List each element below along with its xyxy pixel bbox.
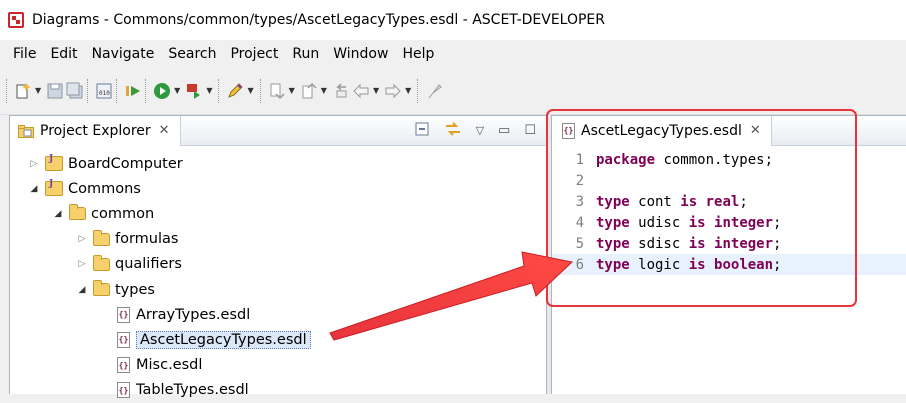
- link-with-editor-icon[interactable]: [444, 121, 462, 141]
- collapse-arrow-icon[interactable]: ◢: [51, 209, 65, 219]
- tab-project-explorer[interactable]: Project Explorer ✕: [10, 115, 181, 146]
- last-edit-icon[interactable]: [332, 80, 350, 102]
- new-icon[interactable]: [14, 80, 32, 102]
- menu-search[interactable]: Search: [161, 46, 223, 62]
- save-all-icon[interactable]: [66, 80, 84, 102]
- menu-project[interactable]: Project: [223, 46, 285, 62]
- next-annotation-dropdown-caret[interactable]: ▼: [289, 86, 295, 95]
- toolbar-separator: [145, 78, 148, 103]
- external-tool-dropdown-caret[interactable]: ▼: [206, 86, 212, 95]
- folder-icon: [93, 229, 110, 246]
- back-icon[interactable]: [352, 80, 370, 102]
- pen-dropdown-caret[interactable]: ▼: [247, 86, 253, 95]
- tree-item-label: formulas: [115, 231, 179, 248]
- tree-item-arraytypes-esdl[interactable]: {} ArrayTypes.esdl: [99, 302, 250, 327]
- menu-help[interactable]: Help: [395, 46, 441, 62]
- tree-item-commons[interactable]: ◢ Commons: [27, 176, 141, 201]
- toolbar-separator: [218, 78, 221, 103]
- annotation-highlight-box: [546, 109, 857, 307]
- project-icon: [45, 154, 63, 171]
- toolbar-grip: [6, 78, 9, 103]
- toolbar-separator: [417, 78, 420, 103]
- project-explorer-header: Project Explorer ✕ ▽ ▭ ☐: [10, 115, 546, 146]
- window-title: Diagrams - Commons/common/types/AscetLeg…: [32, 12, 606, 28]
- svg-text:010: 010: [99, 90, 110, 97]
- collapse-arrow-icon[interactable]: ◢: [27, 184, 41, 194]
- back-dropdown-caret[interactable]: ▼: [373, 86, 379, 95]
- menu-file[interactable]: File: [6, 46, 43, 62]
- title-bar: Diagrams - Commons/common/types/AscetLeg…: [0, 0, 906, 40]
- folder-icon: [69, 204, 86, 221]
- folder-icon: [93, 254, 110, 271]
- tree-item-misc-esdl[interactable]: {} Misc.esdl: [99, 353, 202, 378]
- debug-step-icon[interactable]: [124, 80, 142, 102]
- menu-navigate[interactable]: Navigate: [85, 46, 162, 62]
- toolbar-separator: [87, 78, 90, 103]
- tree-item-label: qualifiers: [115, 256, 182, 273]
- collapse-arrow-icon[interactable]: ◢: [75, 285, 89, 295]
- maximize-icon[interactable]: ☐: [524, 123, 536, 138]
- tree-item-formulas[interactable]: ▷ formulas: [75, 227, 178, 252]
- binary-icon[interactable]: 010: [95, 80, 113, 102]
- collapse-all-icon[interactable]: [414, 121, 430, 141]
- tree-item-label: Misc.esdl: [136, 357, 203, 374]
- menu-run[interactable]: Run: [285, 46, 326, 62]
- tree-item-label: common: [91, 205, 155, 222]
- view-menu-icon[interactable]: ▽: [476, 124, 484, 137]
- folder-icon: [93, 280, 110, 296]
- esdl-file-icon: {}: [117, 382, 130, 399]
- esdl-file-icon: {}: [117, 306, 130, 323]
- new-dropdown-caret[interactable]: ▼: [35, 86, 41, 95]
- tree-item-label: TableTypes.esdl: [136, 382, 249, 399]
- tree-item-label: Commons: [68, 180, 141, 197]
- prev-annotation-dropdown-caret[interactable]: ▼: [321, 86, 327, 95]
- next-annotation-icon[interactable]: [268, 80, 286, 102]
- main-toolbar: ▼ 010 ▼ ▼ ▼ ▼ ▼ ▼ ▼: [0, 67, 906, 115]
- prev-annotation-icon[interactable]: [300, 80, 318, 102]
- esdl-file-icon: {}: [117, 331, 130, 348]
- pin-icon[interactable]: [425, 80, 443, 102]
- ascet-app-icon: [8, 12, 24, 28]
- menu-window[interactable]: Window: [326, 46, 395, 62]
- expand-arrow-icon[interactable]: ▷: [75, 259, 89, 269]
- project-explorer-title: Project Explorer: [40, 122, 151, 139]
- forward-icon[interactable]: [384, 80, 402, 102]
- tree-item-label: BoardComputer: [68, 155, 183, 172]
- external-tool-icon[interactable]: [185, 80, 203, 102]
- tree-item-label: AscetLegacyTypes.esdl: [136, 330, 311, 349]
- esdl-file-icon: {}: [117, 357, 130, 374]
- forward-dropdown-caret[interactable]: ▼: [405, 86, 411, 95]
- tree-item-ascetlegacytypes-esdl[interactable]: {} AscetLegacyTypes.esdl: [99, 327, 311, 352]
- expand-arrow-icon[interactable]: ▷: [27, 159, 41, 169]
- tree-item-common[interactable]: ◢ common: [51, 201, 154, 226]
- menu-bar: File Edit Navigate Search Project Run Wi…: [0, 40, 906, 67]
- toolbar-separator: [259, 78, 263, 103]
- tree-item-qualifiers[interactable]: ▷ qualifiers: [75, 252, 182, 277]
- run-icon[interactable]: [153, 80, 171, 102]
- project-icon: [45, 179, 63, 197]
- project-explorer-view: Project Explorer ✕ ▽ ▭ ☐ ▷ BoardComputer ◢…: [9, 115, 547, 399]
- expand-arrow-icon[interactable]: ▷: [75, 234, 89, 244]
- run-dropdown-caret[interactable]: ▼: [174, 86, 180, 95]
- tree-item-tabletypes-esdl[interactable]: {} TableTypes.esdl: [99, 378, 249, 403]
- minimize-icon[interactable]: ▭: [498, 123, 510, 138]
- tree-item-label: ArrayTypes.esdl: [136, 306, 251, 323]
- tree-item-label: types: [115, 281, 155, 298]
- project-explorer-actions: ▽ ▭ ☐: [414, 121, 546, 141]
- project-explorer-icon: [18, 124, 34, 138]
- save-icon[interactable]: [46, 80, 64, 102]
- pen-icon[interactable]: [226, 80, 244, 102]
- tree-item-boardcomputer[interactable]: ▷ BoardComputer: [27, 151, 183, 176]
- toolbar-separator: [116, 78, 119, 103]
- tree-item-types[interactable]: ◢ types: [75, 277, 155, 302]
- close-icon[interactable]: ✕: [159, 123, 170, 138]
- menu-edit[interactable]: Edit: [43, 46, 84, 62]
